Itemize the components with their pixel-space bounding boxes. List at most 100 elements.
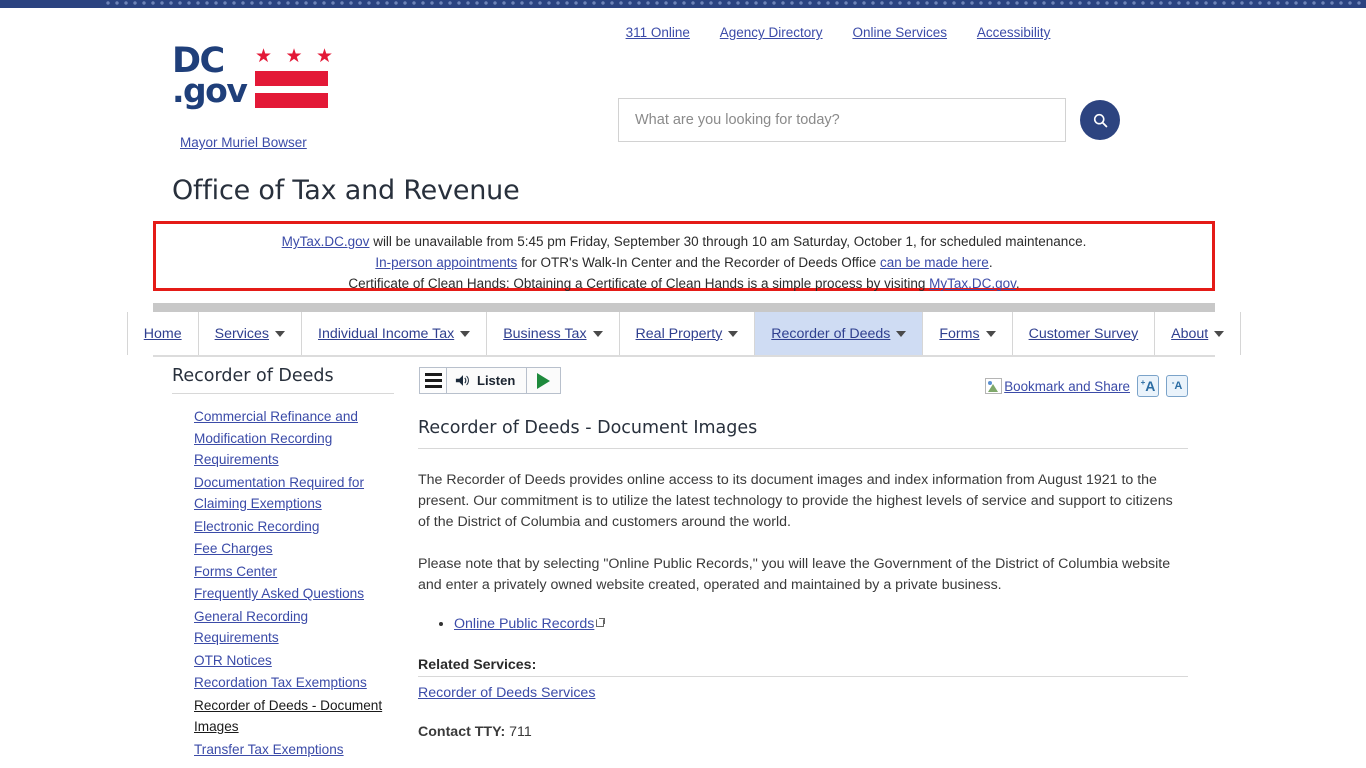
flag-bar-1: [255, 71, 328, 86]
list-item: Commercial Refinance and Modification Re…: [194, 406, 394, 471]
sidebar-item-recorder-of-deeds-document-images[interactable]: Recorder of Deeds - Document Images: [194, 698, 382, 735]
mayor-link[interactable]: Mayor Muriel Bowser: [180, 135, 307, 150]
alert-link-mytax-1[interactable]: MyTax.DC.gov: [282, 234, 370, 249]
hamburger-menu-icon[interactable]: [419, 367, 447, 394]
nav-item-recorder-of-deeds[interactable]: Recorder of Deeds: [755, 312, 924, 355]
decrease-font-letter: A: [1174, 379, 1183, 392]
nav-label-customer-survey: Customer Survey: [1028, 325, 1139, 342]
utility-link-accessibility[interactable]: Accessibility: [977, 25, 1051, 40]
nav-label-about: About: [1171, 325, 1209, 342]
site-logo-block: DC .gov ★ ★ ★ Mayor Muriel Bowser: [172, 44, 472, 151]
utility-link-311-online[interactable]: 311 Online: [626, 25, 690, 40]
chevron-down-icon: [728, 330, 739, 337]
utility-link-agency-directory[interactable]: Agency Directory: [720, 25, 823, 40]
nav-label-real-property: Real Property: [635, 325, 723, 342]
page-tools: Bookmark and Share + A -A: [985, 375, 1188, 397]
nav-label-recorder-of-deeds: Recorder of Deeds: [771, 325, 891, 342]
sidebar-item-transfer-tax-exemptions[interactable]: Transfer Tax Exemptions: [194, 742, 344, 757]
decrease-font-size-button[interactable]: -A: [1166, 375, 1188, 397]
alert-line-1: MyTax.DC.gov will be unavailable from 5:…: [156, 231, 1212, 252]
alert-line-2-mid: for OTR's Walk-In Center and the Recorde…: [517, 255, 880, 270]
speaker-icon: [455, 375, 469, 386]
sidebar-item-documentation-required[interactable]: Documentation Required for Claiming Exem…: [194, 475, 364, 512]
sidebar-item-forms-center[interactable]: Forms Center: [194, 564, 277, 579]
hamburger-bar-1: [424, 373, 442, 376]
list-item: Transfer Tax Exemptions: [194, 739, 394, 761]
utility-link-online-services[interactable]: Online Services: [852, 25, 947, 40]
chevron-down-icon: [985, 330, 996, 337]
sidebar-title: Recorder of Deeds: [172, 366, 394, 394]
nav-item-forms[interactable]: Forms: [923, 312, 1013, 355]
content-paragraph-2: Please note that by selecting "Online Pu…: [418, 556, 1171, 593]
sidebar: Recorder of Deeds Commercial Refinance a…: [172, 366, 394, 761]
dc-flag-icon: ★ ★ ★: [254, 46, 333, 110]
sidebar-item-electronic-recording[interactable]: Electronic Recording: [194, 519, 319, 534]
broken-image-icon: [985, 378, 1003, 394]
bookmark-and-share-link[interactable]: Bookmark and Share: [1004, 379, 1130, 394]
alert-line-3-tail: .: [1015, 276, 1020, 291]
content-bullet-list: Online Public Records: [418, 614, 1188, 635]
list-item: Frequently Asked Questions: [194, 583, 394, 605]
search-button[interactable]: [1080, 100, 1120, 140]
recorder-of-deeds-services-link[interactable]: Recorder of Deeds Services: [418, 685, 595, 701]
list-item: Online Public Records: [454, 614, 1188, 635]
play-icon[interactable]: [527, 367, 562, 394]
sidebar-item-frequently-asked-questions[interactable]: Frequently Asked Questions: [194, 586, 364, 601]
nav-item-about[interactable]: About: [1155, 312, 1242, 355]
nav-item-business-tax[interactable]: Business Tax: [487, 312, 620, 355]
sidebar-item-general-recording-requirements[interactable]: General Recording Requirements: [194, 609, 308, 646]
alert-link-in-person-appointments[interactable]: In-person appointments: [375, 255, 517, 270]
increase-font-sup: +: [1140, 378, 1146, 387]
list-item: Recorder of Deeds - Document Images: [194, 695, 394, 738]
main-navigation: Home Services Individual Income Tax Busi…: [126, 312, 1242, 357]
listen-widget: Listen: [419, 367, 562, 394]
listen-label: Listen: [477, 373, 516, 388]
content-heading: Recorder of Deeds - Document Images: [418, 418, 1188, 449]
alert-link-can-be-made-here[interactable]: can be made here: [880, 255, 989, 270]
chevron-down-icon: [275, 330, 286, 337]
page-title: Office of Tax and Revenue: [172, 175, 520, 206]
alert-link-mytax-2[interactable]: MyTax.DC.gov: [929, 276, 1016, 291]
nav-top-strip: [153, 303, 1215, 312]
utility-nav: 311 Online Agency Directory Online Servi…: [0, 24, 1366, 40]
list-item: Documentation Required for Claiming Exem…: [194, 472, 394, 515]
nav-label-forms: Forms: [939, 325, 980, 342]
contact-tty-label: Contact TTY:: [418, 724, 506, 740]
listen-button[interactable]: Listen: [447, 367, 528, 394]
sidebar-item-fee-charges[interactable]: Fee Charges: [194, 541, 273, 556]
chevron-down-icon: [896, 330, 907, 337]
decrease-font-sup: -: [1171, 378, 1175, 387]
nav-item-home[interactable]: Home: [126, 312, 199, 355]
chevron-down-icon: [592, 330, 603, 337]
logo-text-gov: .gov: [172, 71, 248, 110]
sidebar-menu: Commercial Refinance and Modification Re…: [172, 406, 394, 760]
increase-font-size-button[interactable]: + A: [1137, 375, 1159, 397]
maintenance-alert-banner: MyTax.DC.gov will be unavailable from 5:…: [153, 221, 1215, 291]
alert-line-3: Certificate of Clean Hands: Obtaining a …: [156, 273, 1212, 294]
list-item: Fee Charges: [194, 538, 394, 560]
nav-item-real-property[interactable]: Real Property: [620, 312, 756, 355]
nav-item-services[interactable]: Services: [199, 312, 303, 355]
sidebar-item-commercial-refinance[interactable]: Commercial Refinance and Modification Re…: [194, 409, 358, 467]
nav-label-services: Services: [214, 325, 270, 342]
alert-line-2: In-person appointments for OTR's Walk-In…: [156, 252, 1212, 273]
alert-line-1-text: will be unavailable from 5:45 pm Friday,…: [369, 234, 1087, 249]
sidebar-item-recordation-tax-exemptions[interactable]: Recordation Tax Exemptions: [194, 675, 367, 690]
chevron-down-icon: [1214, 330, 1225, 337]
contact-tty: Contact TTY: 711: [418, 722, 1188, 743]
nav-item-customer-survey[interactable]: Customer Survey: [1013, 312, 1156, 355]
flag-star-2: ★: [285, 46, 303, 67]
online-public-records-link[interactable]: Online Public Records: [454, 616, 594, 632]
search-icon: [1093, 113, 1107, 127]
nav-label-business-tax: Business Tax: [503, 325, 587, 342]
list-item: General Recording Requirements: [194, 606, 394, 649]
search-input[interactable]: [618, 98, 1066, 142]
flag-star-1: ★: [255, 46, 273, 67]
nav-item-individual-income-tax[interactable]: Individual Income Tax: [302, 312, 488, 355]
list-item: Recordation Tax Exemptions: [194, 672, 394, 694]
related-services-heading: Related Services:: [418, 657, 1188, 677]
nav-label-home: Home: [143, 325, 182, 342]
sidebar-item-otr-notices[interactable]: OTR Notices: [194, 653, 272, 668]
dc-gov-logo[interactable]: DC .gov ★ ★ ★: [172, 44, 337, 120]
list-item: OTR Notices: [194, 650, 394, 672]
